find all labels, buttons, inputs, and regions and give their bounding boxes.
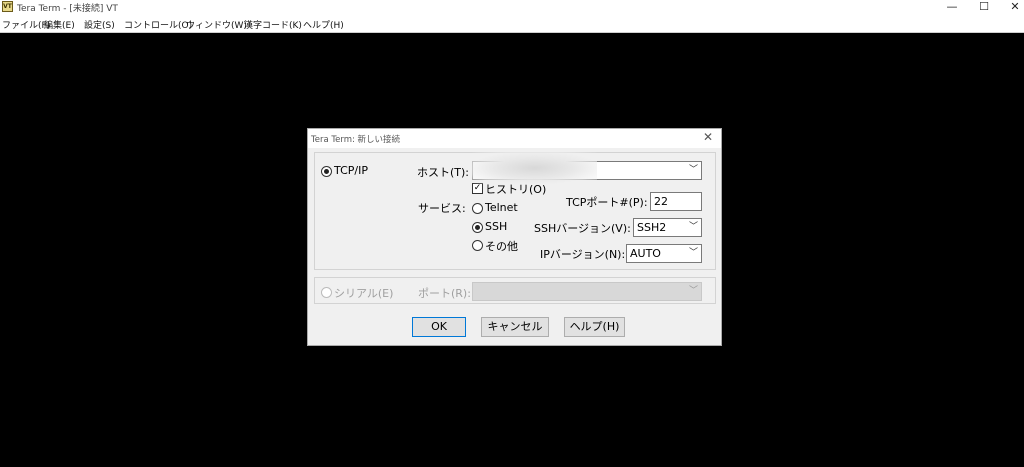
port-label: ポート(R): [418,287,471,300]
menu-file[interactable]: ファイル(F) [2,18,50,31]
menu-bar: ファイル(F) 編集(E) 設定(S) コントロール(O) ウィンドウ(W) 漢… [0,15,1024,32]
tcpip-radio-label: TCP/IP [334,164,368,177]
chevron-down-icon: ﹀ [688,222,698,232]
close-button[interactable]: ✕ [995,0,1024,15]
history-checkbox[interactable]: ✓ [472,183,483,194]
dialog-close-icon[interactable]: ✕ [703,130,713,144]
tcp-port-label: TCPポート#(P): [566,196,648,209]
ok-button[interactable]: OK [412,317,466,337]
ip-version-label: IPバージョン(N): [540,248,626,261]
ssh-version-select[interactable]: SSH2 ﹀ [633,218,702,237]
ip-version-select[interactable]: AUTO ﹀ [626,244,702,263]
ssh-radio[interactable] [472,222,483,233]
tcpip-radio[interactable] [321,166,332,177]
ip-version-value: AUTO [630,247,661,260]
cancel-button[interactable]: キャンセル [481,317,549,337]
other-label: その他 [485,240,518,253]
ssh-version-label: SSHバージョン(V): [534,222,631,235]
tcp-port-input[interactable]: 22 [650,192,702,211]
dialog-title: Tera Term: 新しい接続 [311,135,401,145]
service-label: サービス: [418,202,466,215]
menu-window[interactable]: ウィンドウ(W) [186,18,247,31]
menu-edit[interactable]: 編集(E) [44,18,75,31]
menu-kanji-code[interactable]: 漢字コード(K) [244,18,302,31]
serial-port-select[interactable]: ﹀ [472,282,702,301]
ssh-version-value: SSH2 [637,221,667,234]
telnet-label: Telnet [485,201,518,214]
dialog-titlebar: Tera Term: 新しい接続 ✕ [308,129,721,148]
ssh-label: SSH [485,220,508,233]
serial-radio-label: シリアル(E) [334,287,394,300]
serial-radio[interactable] [321,287,332,298]
redacted-host-blur [472,152,597,184]
teraterm-app-icon: VT [2,1,13,12]
window-title: Tera Term - [未接続] VT [17,4,118,14]
chevron-down-icon: ﹀ [688,165,698,175]
menu-control[interactable]: コントロール(O) [124,18,192,31]
help-button[interactable]: ヘルプ(H) [564,317,625,337]
telnet-radio[interactable] [472,203,483,214]
menu-help[interactable]: ヘルプ(H) [303,18,344,31]
chevron-down-icon: ﹀ [688,248,698,258]
menu-setup[interactable]: 設定(S) [84,18,115,31]
other-radio[interactable] [472,240,483,251]
host-label: ホスト(T): [417,166,470,179]
window-titlebar: VT Tera Term - [未接続] VT — ☐ ✕ [0,0,1024,15]
chevron-down-icon: ﹀ [688,286,698,296]
